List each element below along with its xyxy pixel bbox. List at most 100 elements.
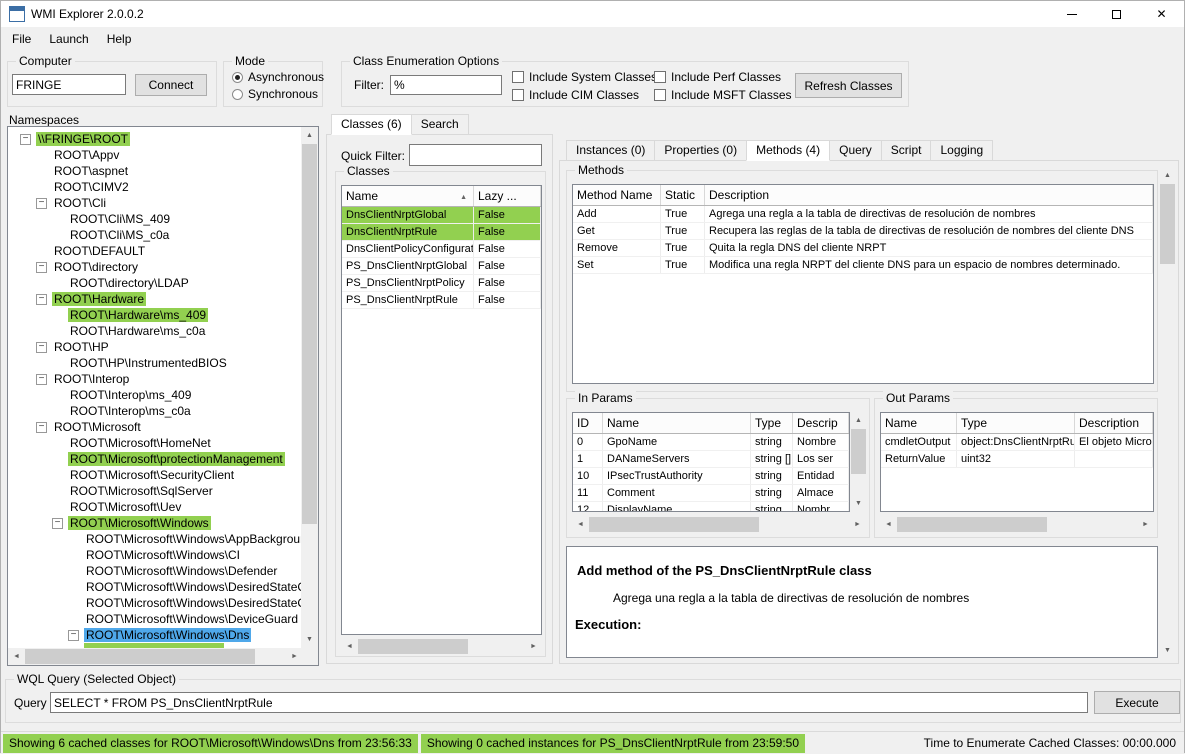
scroll-down-icon[interactable]: ▼ (850, 495, 867, 512)
method-name-header[interactable]: Method Name (573, 185, 661, 205)
scrollbar-thumb[interactable] (25, 649, 255, 664)
namespace-tree-item[interactable]: ROOT\directory\LDAP (8, 275, 301, 291)
out-param-row[interactable]: ReturnValueuint32 (881, 451, 1153, 468)
filter-input[interactable] (390, 75, 502, 95)
method-row[interactable]: AddTrueAgrega una regla a la tabla de di… (573, 206, 1153, 223)
namespace-tree-item[interactable]: ROOT\Cli\MS_409 (8, 211, 301, 227)
collapse-icon[interactable]: − (68, 630, 79, 641)
namespace-tree-item[interactable]: ROOT\HP\InstrumentedBIOS (8, 355, 301, 371)
radio-asynchronous[interactable]: Asynchronous (232, 70, 324, 84)
namespace-tree-item[interactable]: ROOT\Hardware\ms_c0a (8, 323, 301, 339)
scroll-left-icon[interactable]: ◄ (341, 638, 358, 655)
namespace-tree-item[interactable]: −ROOT\Cli (8, 195, 301, 211)
in-params-vertical-scrollbar[interactable]: ▲ ▼ (850, 412, 866, 512)
collapse-icon[interactable]: − (36, 262, 47, 273)
namespace-tree-item[interactable]: ROOT\Microsoft\Windows\AppBackground (8, 531, 301, 547)
execute-button[interactable]: Execute (1094, 691, 1180, 714)
checkbox-include-msft-classes[interactable]: Include MSFT Classes (654, 88, 792, 102)
checkbox-include-cim-classes[interactable]: Include CIM Classes (512, 88, 639, 102)
namespace-tree-item[interactable]: ROOT\Microsoft\protectionManagement (8, 451, 301, 467)
class-row[interactable]: DnsClientNrptRuleFalse (342, 224, 541, 241)
tab-classes[interactable]: Classes (6) (331, 114, 412, 135)
namespace-tree-item[interactable]: ROOT\Microsoft\SqlServer (8, 483, 301, 499)
scroll-down-icon[interactable]: ▼ (1159, 642, 1176, 659)
namespace-tree-item[interactable]: −ROOT\Microsoft (8, 419, 301, 435)
method-description-header[interactable]: Description (705, 185, 1153, 205)
scrollbar-thumb[interactable] (589, 517, 759, 532)
tab-script[interactable]: Script (881, 140, 932, 161)
namespace-tree-item[interactable]: ROOT\Microsoft\SecurityClient (8, 467, 301, 483)
checkbox-include-system-classes[interactable]: Include System Classes (512, 70, 657, 84)
tab-search[interactable]: Search (411, 114, 469, 135)
namespace-tree-item[interactable]: ROOT\Microsoft\Windows\DesiredStateCon (8, 595, 301, 611)
quick-filter-input[interactable] (409, 144, 542, 166)
scrollbar-thumb[interactable] (302, 144, 317, 524)
collapse-icon[interactable]: − (36, 294, 47, 305)
param-name-header[interactable]: Name (603, 413, 751, 433)
namespace-tree-item[interactable]: −ROOT\Interop (8, 371, 301, 387)
detail-vertical-scrollbar[interactable]: ▲ ▼ (1159, 167, 1176, 659)
tab-query[interactable]: Query (829, 140, 882, 161)
collapse-icon[interactable]: − (20, 134, 31, 145)
namespace-tree-item[interactable]: ROOT\Microsoft\Windows\DeviceGuard (8, 611, 301, 627)
in-param-row[interactable]: 1DANameServersstring []Los ser (573, 451, 849, 468)
class-row[interactable]: DnsClientPolicyConfigurationFalse (342, 241, 541, 258)
scroll-left-icon[interactable]: ◄ (880, 516, 897, 533)
class-row[interactable]: DnsClientNrptGlobalFalse (342, 207, 541, 224)
scroll-up-icon[interactable]: ▲ (850, 412, 867, 429)
refresh-classes-button[interactable]: Refresh Classes (795, 73, 902, 98)
scroll-right-icon[interactable]: ► (849, 516, 866, 533)
namespace-tree-item[interactable]: ROOT\Microsoft\HomeNet (8, 435, 301, 451)
out-param-name-header[interactable]: Name (881, 413, 957, 433)
scroll-right-icon[interactable]: ► (1137, 516, 1154, 533)
namespace-tree-item[interactable]: ROOT\aspnet (8, 163, 301, 179)
namespace-tree-item[interactable]: −ROOT\directory (8, 259, 301, 275)
close-button[interactable]: ✕ (1139, 1, 1184, 27)
classes-lazy-header[interactable]: Lazy ... (474, 186, 541, 206)
namespace-tree-item[interactable]: ROOT\Microsoft\Uev (8, 499, 301, 515)
in-param-row[interactable]: 12DisplayNamestringNombr (573, 502, 849, 512)
namespaces-vertical-scrollbar[interactable]: ▲ ▼ (301, 127, 318, 648)
namespace-tree-item[interactable]: ROOT\Interop\ms_c0a (8, 403, 301, 419)
scrollbar-thumb[interactable] (851, 429, 866, 474)
menu-launch[interactable]: Launch (40, 29, 97, 49)
tab-properties[interactable]: Properties (0) (654, 140, 747, 161)
tab-instances[interactable]: Instances (0) (566, 140, 655, 161)
out-param-description-header[interactable]: Description (1075, 413, 1153, 433)
tab-methods[interactable]: Methods (4) (746, 140, 830, 161)
namespace-tree-item[interactable]: ROOT\CIMV2 (8, 179, 301, 195)
class-row[interactable]: PS_DnsClientNrptGlobalFalse (342, 258, 541, 275)
scroll-right-icon[interactable]: ► (525, 638, 542, 655)
namespace-tree-item[interactable]: −ROOT\HP (8, 339, 301, 355)
collapse-icon[interactable]: − (36, 374, 47, 385)
namespace-tree-item[interactable]: ROOT\Interop\ms_409 (8, 387, 301, 403)
query-input[interactable] (50, 692, 1088, 713)
param-type-header[interactable]: Type (751, 413, 793, 433)
collapse-icon[interactable]: − (36, 342, 47, 353)
class-row[interactable]: PS_DnsClientNrptRuleFalse (342, 292, 541, 309)
namespace-tree-item[interactable]: ROOT\Cli\MS_c0a (8, 227, 301, 243)
in-param-row[interactable]: 11CommentstringAlmace (573, 485, 849, 502)
out-params-horizontal-scrollbar[interactable]: ◄ ► (880, 516, 1154, 533)
minimize-button[interactable] (1049, 1, 1094, 27)
scrollbar-thumb[interactable] (897, 517, 1047, 532)
namespace-tree-item[interactable]: −ROOT\Microsoft\Windows (8, 515, 301, 531)
in-param-row[interactable]: 0GpoNamestringNombre (573, 434, 849, 451)
computer-input[interactable] (12, 74, 126, 95)
scrollbar-thumb[interactable] (358, 639, 468, 654)
in-param-row[interactable]: 10IPsecTrustAuthoritystringEntidad (573, 468, 849, 485)
namespace-tree-item[interactable]: ROOT\Microsoft\Windows\CI (8, 547, 301, 563)
maximize-button[interactable] (1094, 1, 1139, 27)
out-param-type-header[interactable]: Type (957, 413, 1075, 433)
scroll-up-icon[interactable]: ▲ (1159, 167, 1176, 184)
namespace-tree-item[interactable]: ROOT\Hardware\ms_409 (8, 307, 301, 323)
namespace-tree-item[interactable]: ROOT\Microsoft\Windows\Defender (8, 563, 301, 579)
menu-help[interactable]: Help (98, 29, 141, 49)
classes-name-header[interactable]: Name ▲ (342, 186, 474, 206)
scroll-up-icon[interactable]: ▲ (301, 127, 318, 144)
scrollbar-thumb[interactable] (1160, 184, 1175, 264)
scroll-down-icon[interactable]: ▼ (301, 631, 318, 648)
namespace-tree-item[interactable]: −\\FRINGE\ROOT (8, 131, 301, 147)
param-description-header[interactable]: Descrip (793, 413, 849, 433)
menu-file[interactable]: File (3, 29, 40, 49)
